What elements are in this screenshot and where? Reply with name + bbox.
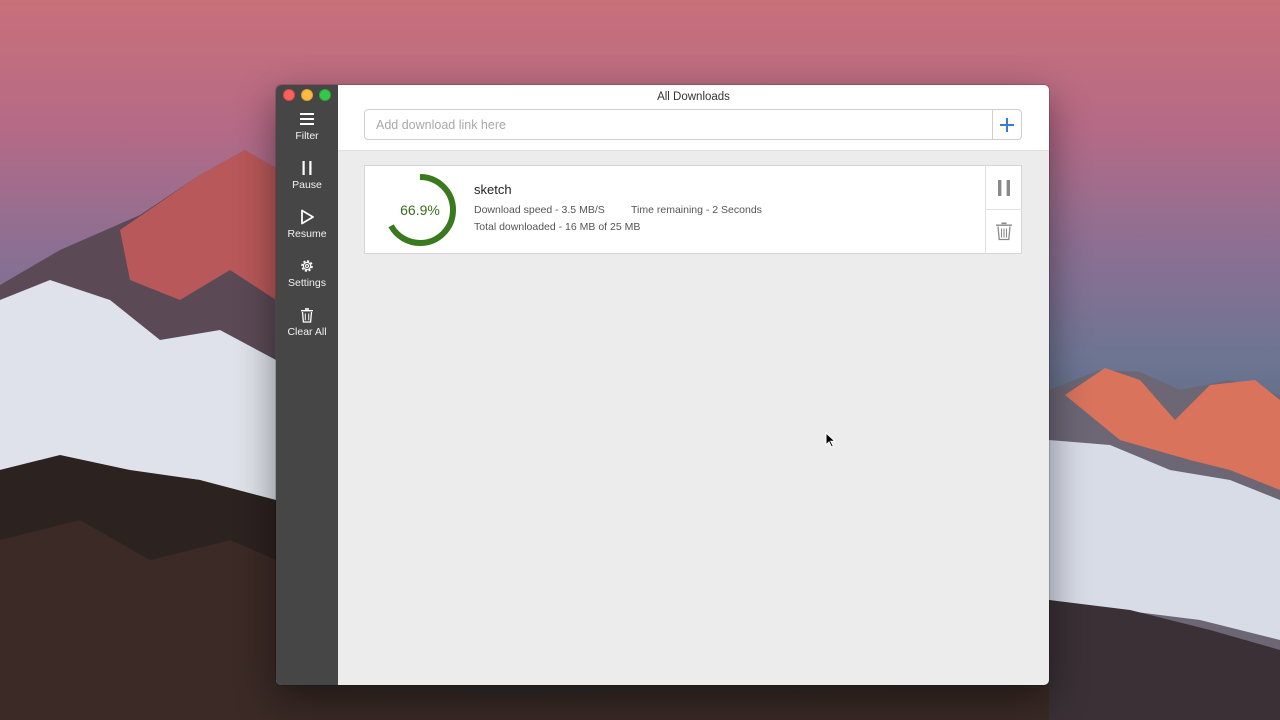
- downloads-window: Filter Pause Resume Settings Clear All A…: [276, 85, 1049, 685]
- close-window-button[interactable]: [283, 89, 295, 101]
- total-downloaded: Total downloaded - 16 MB of 25 MB: [474, 221, 641, 233]
- sidebar-item-label: Pause: [292, 179, 322, 191]
- sidebar-item-pause[interactable]: Pause: [276, 160, 338, 204]
- pause-download-button[interactable]: [986, 166, 1022, 209]
- hamburger-icon: [300, 113, 314, 125]
- minimize-window-button[interactable]: [301, 89, 313, 101]
- sidebar-item-filter[interactable]: Filter: [276, 111, 338, 155]
- header: All Downloads: [338, 85, 1049, 151]
- add-download-button[interactable]: [992, 110, 1021, 139]
- trash-icon: [301, 308, 313, 323]
- sidebar-item-resume[interactable]: Resume: [276, 209, 338, 253]
- sidebar: Filter Pause Resume Settings Clear All: [276, 85, 338, 685]
- download-link-input[interactable]: [365, 110, 992, 139]
- trash-icon: [996, 222, 1012, 241]
- progress-percent: 66.9%: [400, 202, 440, 218]
- url-bar: [364, 109, 1022, 140]
- pause-icon: [998, 179, 1010, 196]
- download-speed: Download speed - 3.5 MB/S: [474, 204, 605, 216]
- sidebar-item-label: Clear All: [287, 326, 327, 338]
- sidebar-item-label: Filter: [295, 130, 319, 142]
- window-title: All Downloads: [657, 91, 730, 103]
- gear-icon: [301, 260, 313, 272]
- delete-download-button[interactable]: [986, 209, 1022, 252]
- sidebar-item-settings[interactable]: Settings: [276, 258, 338, 302]
- download-item[interactable]: 66.9% sketch Download speed - 3.5 MB/S T…: [364, 165, 1022, 254]
- maximize-window-button[interactable]: [319, 89, 331, 101]
- time-remaining: Time remaining - 2 Seconds: [631, 204, 762, 216]
- play-icon: [301, 209, 314, 225]
- window-controls: [283, 89, 331, 101]
- sidebar-item-label: Settings: [288, 277, 326, 289]
- sidebar-item-label: Resume: [287, 228, 327, 240]
- mouse-cursor: [825, 432, 836, 448]
- main-panel: All Downloads 66.9% sketch Download spee…: [338, 85, 1049, 685]
- sidebar-item-clear-all[interactable]: Clear All: [276, 307, 338, 351]
- download-actions: [985, 166, 1022, 253]
- plus-icon: [1000, 117, 1014, 132]
- pause-icon: [302, 161, 312, 175]
- download-name: sketch: [474, 182, 512, 197]
